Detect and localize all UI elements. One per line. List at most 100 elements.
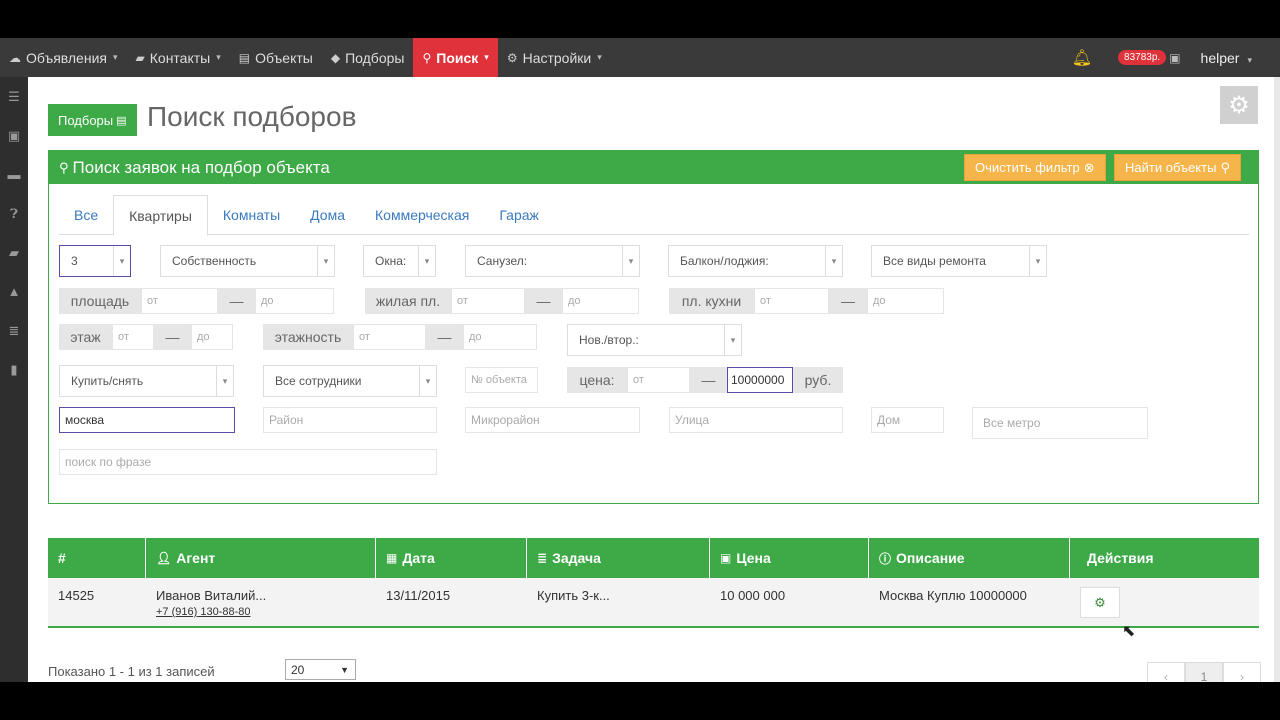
menu-icon[interactable]: ☰	[0, 77, 28, 116]
floors-to-input[interactable]: до	[463, 324, 537, 350]
folder-icon[interactable]: ▬	[0, 155, 28, 194]
panel-header: ⚲ Поиск заявок на подбор объекта Очистит…	[49, 151, 1258, 184]
new-secondary-select[interactable]: Нов./втор.: ▾	[567, 324, 742, 356]
deal-select[interactable]: Купить/снять ▾	[59, 365, 234, 397]
phrase-search-input[interactable]: поиск по фразе	[59, 449, 437, 475]
nav-item-selections[interactable]: ◆ Подборы	[322, 38, 414, 77]
floors-from-input[interactable]: от	[353, 324, 426, 350]
book-icon[interactable]: ▮	[0, 350, 28, 389]
col-id[interactable]: #	[48, 538, 146, 578]
gears-icon: ⚙	[1094, 594, 1106, 610]
cell-actions: ⚙	[1070, 578, 1259, 626]
ownership-select[interactable]: Собственность ▾	[160, 245, 335, 277]
staff-value: Все сотрудники	[275, 374, 362, 388]
col-price[interactable]: ▣ Цена	[710, 538, 869, 578]
user-menu[interactable]: helper ▾	[1201, 50, 1252, 66]
cloud-icon: ☁	[9, 50, 21, 65]
nav-item-objects[interactable]: ▤ Объекты	[230, 38, 322, 77]
selections-button[interactable]: Подборы ▤	[48, 104, 137, 136]
col-description[interactable]: ⓘ Описание	[869, 538, 1070, 578]
floor-to-input[interactable]: до	[191, 324, 233, 350]
chevron-down-icon: ▾	[1029, 246, 1046, 276]
street-input[interactable]: Улица	[669, 407, 843, 433]
currency-label: руб.	[793, 367, 843, 393]
tab-rooms[interactable]: Комнаты	[208, 195, 295, 235]
bathroom-select[interactable]: Санузел: ▾	[465, 245, 640, 277]
balance-badge[interactable]: 83783р.	[1118, 50, 1167, 65]
find-objects-label: Найти объекты	[1125, 160, 1217, 175]
kitchen-to-input[interactable]: до	[867, 288, 944, 314]
records-summary: Показано 1 - 1 из 1 записей	[48, 664, 215, 679]
clear-filter-button[interactable]: Очистить фильтр ⊗	[964, 154, 1106, 181]
microdistrict-input[interactable]: Микрорайон	[465, 407, 640, 433]
gear-icon: ⚙	[1228, 91, 1250, 119]
prev-page-button[interactable]: ‹	[1147, 662, 1185, 682]
col-task[interactable]: ≣ Задача	[527, 538, 710, 578]
bell-icon[interactable]: 🔔︎	[1072, 48, 1092, 68]
rooms-select[interactable]: 3 ▾	[59, 245, 131, 277]
living-to-input[interactable]: до	[562, 288, 639, 314]
search-icon: ⚲	[1220, 159, 1230, 175]
list-icon[interactable]: ≣	[0, 311, 28, 350]
col-date[interactable]: ▦ Дата	[376, 538, 527, 578]
col-task-label: Задача	[552, 550, 601, 566]
floor-label: этаж	[59, 324, 112, 350]
money-icon: ▣	[720, 551, 732, 565]
mouse-cursor-icon: ⬉	[1122, 623, 1136, 640]
question-icon[interactable]: ❓︎	[0, 194, 28, 233]
actions-button[interactable]: ⚙	[1080, 587, 1120, 618]
col-agent[interactable]: 👤︎ Агент	[146, 538, 376, 578]
nav-label: Контакты	[149, 49, 211, 66]
cell-task: Купить 3-к...	[537, 588, 610, 603]
nav-item-search[interactable]: ⚲ Поиск ▾	[413, 38, 498, 77]
rooms-value: 3	[71, 254, 78, 268]
floor-from-input[interactable]: от	[112, 324, 154, 350]
table-row[interactable]: 14525 Иванов Виталий... +7 (916) 130-88-…	[48, 578, 1259, 628]
col-agent-label: Агент	[176, 550, 216, 566]
range-dash: —	[690, 367, 727, 393]
area-from-input[interactable]: от	[141, 288, 218, 314]
metro-select[interactable]: Все метро	[972, 407, 1148, 439]
nav-label: Настройки	[522, 49, 592, 66]
tab-all[interactable]: Все	[59, 195, 113, 235]
object-number-input[interactable]: № объекта	[465, 367, 538, 393]
agent-phone-link[interactable]: +7 (916) 130-88-80	[156, 606, 376, 618]
deal-value: Купить/снять	[71, 374, 144, 388]
repair-select[interactable]: Все виды ремонта ▾	[871, 245, 1047, 277]
scrollbar[interactable]	[1274, 77, 1280, 682]
clear-filter-label: Очистить фильтр	[975, 160, 1080, 175]
nav-item-ads[interactable]: ☁ Объявления ▾	[0, 38, 127, 77]
ownership-value: Собственность	[172, 254, 257, 268]
tab-garage[interactable]: Гараж	[484, 195, 554, 235]
tab-commercial[interactable]: Коммерческая	[360, 195, 484, 235]
floors-label: этажность	[263, 324, 353, 350]
search-panel: ⚲ Поиск заявок на подбор объекта Очистит…	[48, 150, 1259, 504]
windows-select[interactable]: Окна: ▾	[363, 245, 436, 277]
comments-icon[interactable]: ▰	[0, 233, 28, 272]
page-size-value: 20	[291, 662, 305, 677]
panel-title: Поиск заявок на подбор объекта	[72, 157, 330, 177]
living-from-input[interactable]: от	[451, 288, 525, 314]
area-to-input[interactable]: до	[255, 288, 334, 314]
page-size-select[interactable]: 20 ▼	[285, 659, 356, 680]
area-label: площадь	[59, 288, 141, 314]
kitchen-from-input[interactable]: от	[754, 288, 829, 314]
house-input[interactable]: Дом	[871, 407, 944, 433]
price-to-input[interactable]: 10000000	[727, 367, 793, 393]
price-label: цена:	[567, 367, 627, 393]
find-objects-button[interactable]: Найти объекты ⚲	[1114, 154, 1241, 181]
page-button-current[interactable]: 1	[1185, 662, 1223, 682]
next-page-button[interactable]: ›	[1223, 662, 1261, 682]
nav-item-contacts[interactable]: ▰ Контакты ▾	[127, 38, 230, 77]
district-input[interactable]: Район	[263, 407, 437, 433]
tab-houses[interactable]: Дома	[295, 195, 360, 235]
money-icon[interactable]: ▣	[0, 116, 28, 155]
balcony-select[interactable]: Балкон/лоджия: ▾	[668, 245, 843, 277]
staff-select[interactable]: Все сотрудники ▾	[263, 365, 437, 397]
settings-gear-button[interactable]: ⚙	[1220, 86, 1258, 124]
tab-apartments[interactable]: Квартиры	[113, 195, 208, 236]
road-icon[interactable]: ▲	[0, 272, 28, 311]
city-input[interactable]: москва	[59, 407, 235, 433]
price-from-input[interactable]: от	[627, 367, 690, 393]
nav-item-settings[interactable]: ⚙ Настройки ▾	[498, 38, 611, 77]
